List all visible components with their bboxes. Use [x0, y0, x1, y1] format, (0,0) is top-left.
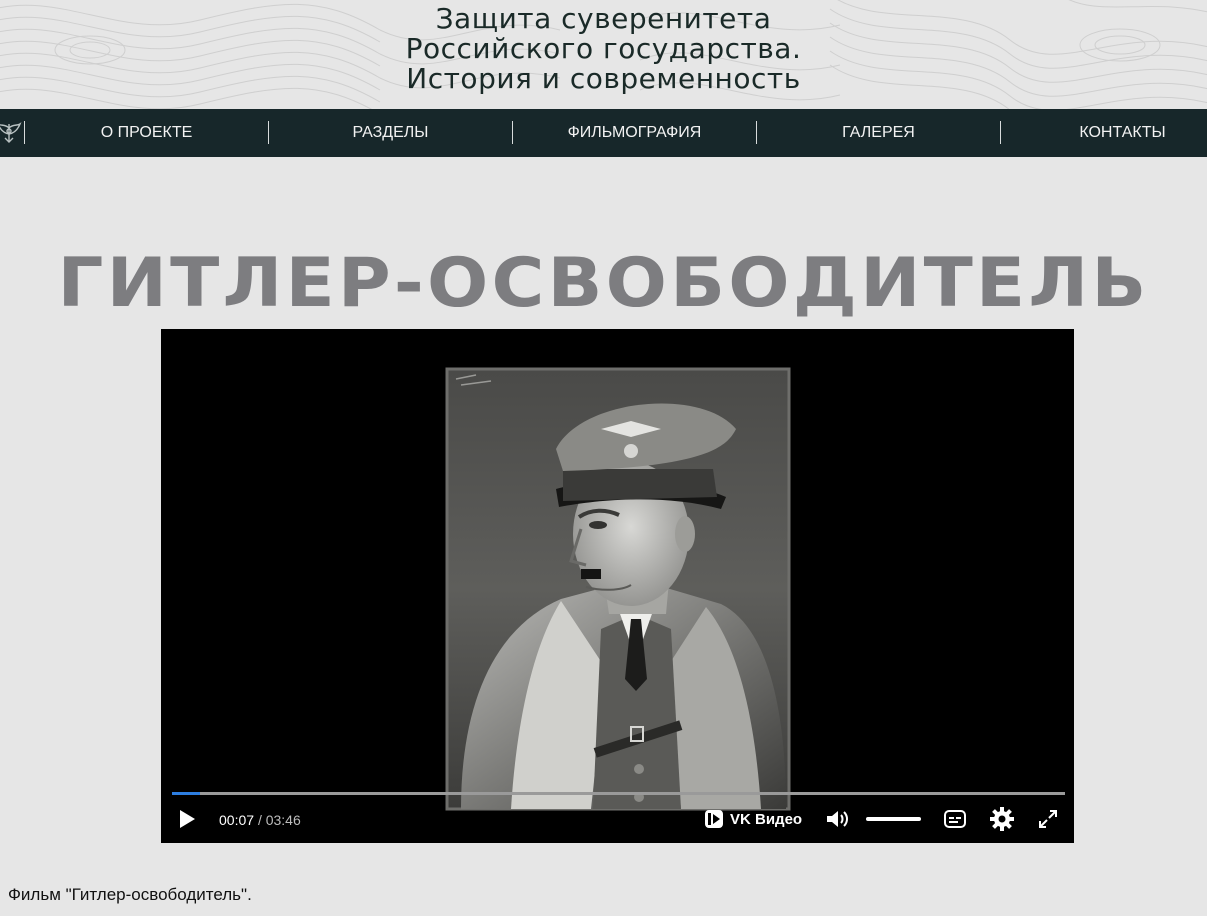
fullscreen-icon[interactable]: [1037, 808, 1059, 830]
vk-video-link[interactable]: VK Видео: [704, 807, 802, 831]
site-title-line-1: Защита суверенитета: [435, 2, 772, 35]
main-navigation: О ПРОЕКТЕ РАЗДЕЛЫ ФИЛЬМОГРАФИЯ ГАЛЕРЕЯ К…: [0, 109, 1207, 157]
video-player[interactable]: 00:07 / 03:46 VK Видео: [161, 329, 1074, 843]
vk-video-icon: [705, 810, 723, 828]
volume-slider[interactable]: [866, 817, 921, 821]
nav-item-gallery[interactable]: ГАЛЕРЕЯ: [757, 109, 1000, 157]
gear-icon[interactable]: [989, 806, 1015, 832]
nav-item-sections[interactable]: РАЗДЕЛЫ: [269, 109, 512, 157]
volume-icon[interactable]: [825, 808, 851, 830]
time-separator: /: [257, 812, 262, 828]
nav-item-about[interactable]: О ПРОЕКТЕ: [25, 109, 268, 157]
total-time: 03:46: [265, 812, 301, 828]
double-headed-eagle-icon[interactable]: [0, 120, 22, 146]
video-frame[interactable]: [161, 329, 1074, 843]
site-title-line-3: История и современность: [406, 62, 801, 95]
film-caption: Фильм "Гитлер-освободитель".: [8, 885, 252, 904]
site-title-line-2: Российского государства.: [405, 32, 802, 65]
time-display: 00:07 / 03:46: [219, 811, 301, 829]
vk-video-label: VK Видео: [730, 810, 803, 828]
film-title: ГИТЛЕР-ОСВОБОДИТЕЛЬ: [57, 244, 1150, 323]
progress-bar[interactable]: [172, 792, 1065, 795]
nav-item-contacts[interactable]: КОНТАКТЫ: [1001, 109, 1207, 157]
progress-fill: [172, 792, 200, 795]
site-title: Защита суверенитета Российского государс…: [0, 4, 1207, 94]
current-time: 00:07: [219, 812, 255, 828]
nav-item-filmography[interactable]: ФИЛЬМОГРАФИЯ: [513, 109, 756, 157]
subtitles-icon[interactable]: [943, 808, 967, 830]
site-header: Защита суверенитета Российского государс…: [0, 0, 1207, 109]
play-icon[interactable]: [177, 808, 197, 830]
